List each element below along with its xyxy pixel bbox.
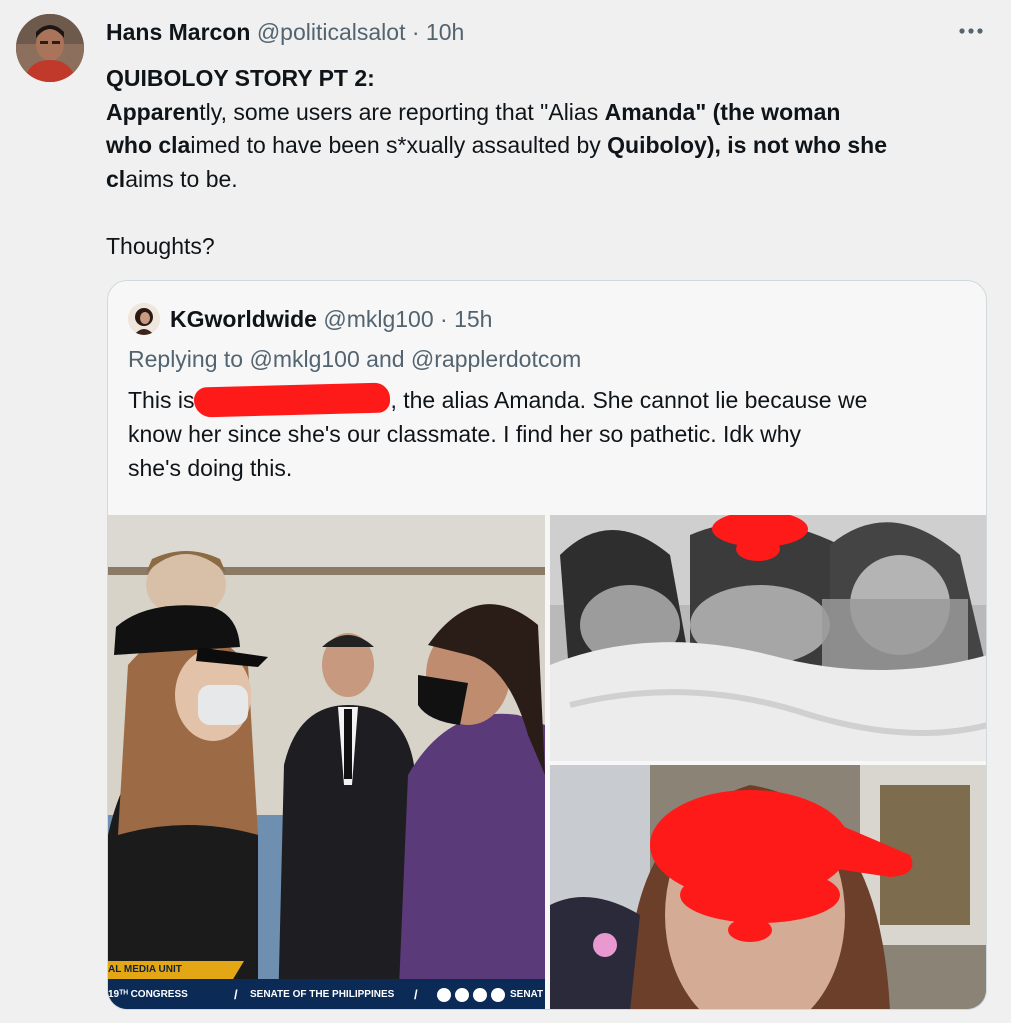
photo-senate-hearing[interactable]: AL MEDIA UNIT 19ᵀᴴ CONGRESS / SENATE OF … — [108, 515, 545, 1009]
ticker-bar: 19ᵀᴴ CONGRESS / SENATE OF THE PHILIPPINE… — [108, 979, 545, 1009]
quoted-tweet-time[interactable]: 15h — [454, 306, 492, 332]
quoted-author-avatar[interactable] — [128, 303, 160, 335]
author-avatar[interactable] — [16, 14, 84, 82]
text-segment: imed to have been s*xually assaulted by — [190, 132, 608, 158]
ticker-slash: / — [414, 987, 418, 1002]
ticker-congress: 19ᵀᴴ CONGRESS — [108, 989, 188, 1000]
tweet-line-1: Apparently, some users are reporting tha… — [106, 96, 996, 130]
reply-mention-1[interactable]: @mklg100 — [249, 346, 359, 372]
author-name[interactable]: Hans Marcon — [106, 19, 250, 45]
broadcast-ticker: AL MEDIA UNIT 19ᵀᴴ CONGRESS / SENATE OF … — [108, 961, 545, 1009]
quoted-tweet-text: This is , the alias Amanda. She cannot li… — [128, 382, 968, 485]
quoted-author-name[interactable]: KGworldwide — [170, 306, 317, 332]
text-segment: This is — [128, 387, 195, 413]
social-icons — [434, 979, 506, 1009]
text-segment: tly, some users are reporting that "Alia… — [199, 98, 605, 125]
quoted-line-3: she's doing this. — [128, 455, 293, 481]
ticker-senate: SENATE OF THE PHILIPPINES — [250, 989, 395, 1000]
text-segment: aims to be. — [125, 165, 238, 192]
tweet-line-2: who claimed to have been s*xually assaul… — [106, 129, 996, 163]
quoted-tweet-header: KGworldwide @mklg100 · 15h — [170, 305, 492, 333]
photo-redacted-selfie[interactable] — [550, 765, 986, 1009]
quoted-author-handle[interactable]: @mklg100 — [323, 306, 433, 332]
reply-prefix: Replying to — [128, 346, 250, 372]
ticker-slash: / — [234, 987, 238, 1002]
more-icon[interactable] — [958, 18, 984, 38]
reply-mention-2[interactable]: @rapplerdotcom — [411, 346, 581, 372]
separator: · — [440, 306, 448, 332]
quoted-tweet[interactable]: KGworldwide @mklg100 · 15h Replying to @… — [107, 280, 987, 1010]
tweet-time[interactable]: 10h — [426, 19, 464, 45]
text-segment: Amanda" (the woman — [604, 98, 841, 125]
text-segment: cl — [106, 165, 126, 192]
ticker-senat: SENAT — [510, 989, 544, 1000]
quoted-line-1: This is , the alias Amanda. She cannot li… — [128, 382, 968, 418]
author-handle[interactable]: @politicalsalot — [257, 19, 406, 45]
text-segment: , the alias Amanda. She cannot lie becau… — [390, 387, 868, 413]
text-segment: Quiboloy), is not who she — [607, 132, 888, 158]
tweet-thoughts: Thoughts? — [106, 233, 215, 259]
tweet-header: Hans Marcon @politicalsalot · 10h — [106, 18, 464, 46]
tweet-line-3: claims to be. — [106, 163, 996, 197]
separator: · — [411, 19, 420, 45]
ticker-unit-label: AL MEDIA UNIT — [108, 961, 244, 979]
photo-blurred-group[interactable] — [550, 515, 986, 761]
replying-to: Replying to @mklg100 and @rapplerdotcom — [128, 345, 581, 373]
reply-and: and — [359, 346, 411, 372]
quoted-line-2: know her since she's our classmate. I fi… — [128, 421, 801, 447]
text-segment: who cla — [106, 132, 191, 158]
tweet-title: QUIBOLOY STORY PT 2: — [106, 65, 375, 91]
text-segment: Apparen — [106, 98, 200, 125]
tweet-body: QUIBOLOY STORY PT 2: Apparently, some us… — [106, 62, 996, 264]
red-redaction-mark — [194, 382, 391, 418]
